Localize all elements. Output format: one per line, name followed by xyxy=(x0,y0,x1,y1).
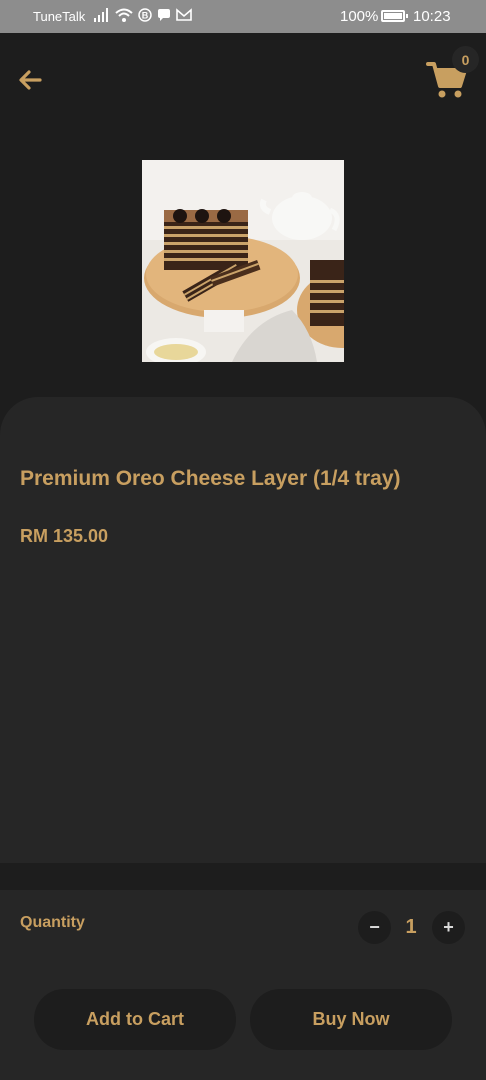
chat-icon xyxy=(158,9,170,21)
quantity-value: 1 xyxy=(405,916,417,938)
cart-count-badge: 0 xyxy=(452,46,479,73)
quantity-decrease-button[interactable]: − xyxy=(358,911,391,944)
quantity-increase-button[interactable]: + xyxy=(432,911,465,944)
product-image xyxy=(142,160,344,362)
battery-icon xyxy=(381,10,408,22)
status-bar: TuneTalk B 100% 10:23 xyxy=(0,0,486,33)
add-to-cart-button[interactable]: Add to Cart xyxy=(34,989,236,1050)
back-button[interactable] xyxy=(14,64,46,96)
clock-time: 10:23 xyxy=(413,8,451,25)
wifi-icon xyxy=(115,8,133,22)
battery-percent: 100% xyxy=(340,8,379,25)
carrier-label: TuneTalk xyxy=(33,9,86,24)
mail-icon xyxy=(176,8,192,21)
quantity-label: Quantity xyxy=(20,914,85,931)
product-title: Premium Oreo Cheese Layer (1/4 tray) xyxy=(20,467,401,490)
b-icon: B xyxy=(138,8,152,22)
signal-icon xyxy=(94,8,108,22)
buy-now-button[interactable]: Buy Now xyxy=(250,989,452,1050)
svg-text:B: B xyxy=(142,11,149,21)
product-price: RM 135.00 xyxy=(20,526,109,546)
status-icons: B xyxy=(94,8,192,22)
arrow-left-icon xyxy=(19,70,42,90)
